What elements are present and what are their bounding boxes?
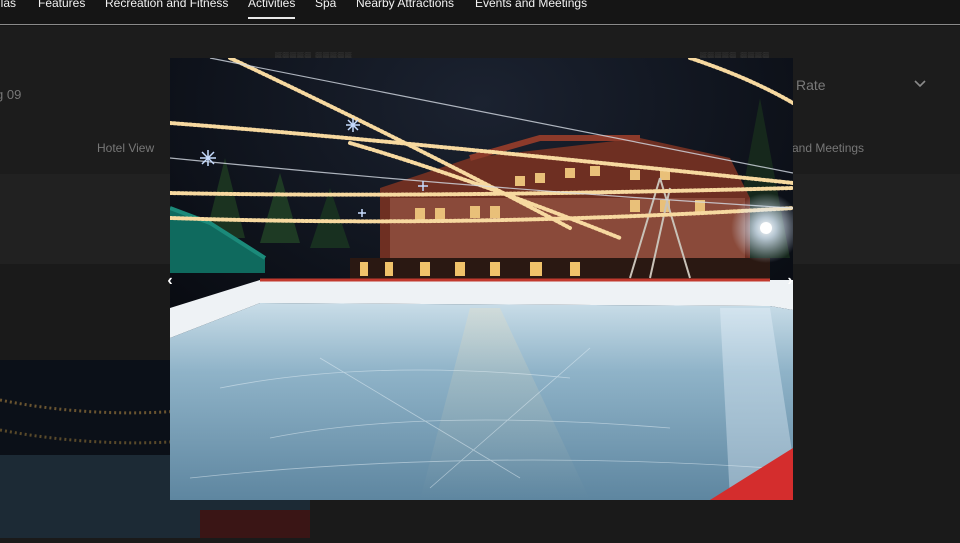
- date-field[interactable]: g 09: [0, 87, 21, 102]
- top-nav: llas Features Recreation and Fitness Act…: [0, 0, 960, 25]
- nav-item-activities[interactable]: Activities: [248, 0, 296, 19]
- chevron-right-icon: ›: [787, 272, 793, 289]
- chevron-down-icon[interactable]: [912, 76, 928, 92]
- lightbox-image: [170, 58, 793, 500]
- tab-events-and-meetings[interactable]: and Meetings: [792, 141, 864, 155]
- nav-item-events-meetings[interactable]: Events and Meetings: [475, 0, 587, 10]
- nav-item-villas[interactable]: llas: [0, 0, 16, 10]
- nav-item-spa[interactable]: Spa: [315, 0, 336, 10]
- ice-rink-photo: [170, 58, 793, 500]
- next-image-button[interactable]: ›: [777, 264, 803, 298]
- rate-select-label[interactable]: Rate: [796, 77, 826, 93]
- nav-item-nearby-attractions[interactable]: Nearby Attractions: [356, 0, 454, 10]
- tab-hotel-view[interactable]: Hotel View: [97, 141, 154, 155]
- prev-image-button[interactable]: ‹: [157, 264, 183, 298]
- nav-item-features[interactable]: Features: [38, 0, 85, 10]
- chevron-left-icon: ‹: [167, 272, 173, 289]
- nav-item-recreation-fitness[interactable]: Recreation and Fitness: [105, 0, 228, 10]
